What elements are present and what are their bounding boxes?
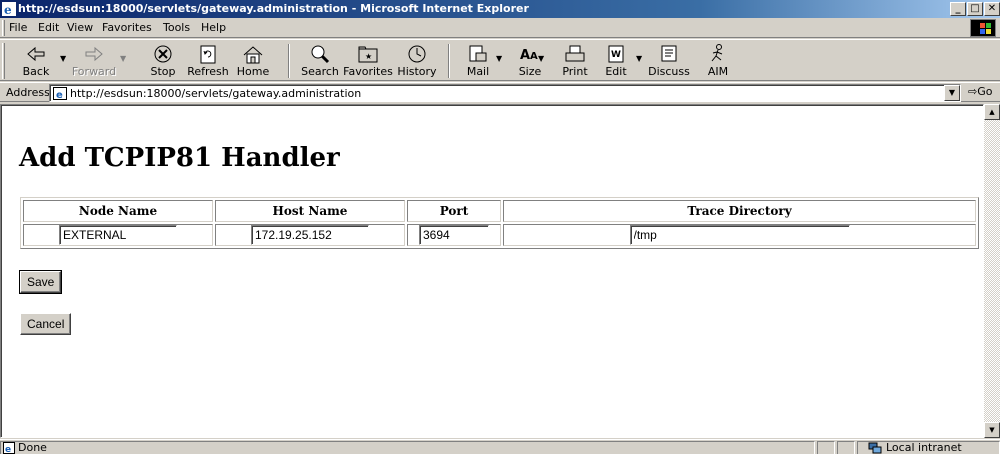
svg-text:W: W (611, 50, 621, 60)
svg-text:e: e (4, 3, 12, 16)
forward-button[interactable]: Forward (70, 42, 118, 80)
status-pane-empty (817, 441, 835, 454)
port-cell (407, 224, 501, 246)
mail-icon (469, 45, 487, 62)
status-text-pane: e Done (0, 441, 815, 454)
menu-help[interactable]: Help (201, 21, 226, 34)
favorites-folder-icon: ★ (358, 46, 378, 63)
menu-edit[interactable]: Edit (38, 21, 59, 34)
close-button[interactable]: ✕ (984, 2, 1000, 16)
trace-directory-cell (503, 224, 976, 246)
menu-bar: File Edit View Favorites Tools Help (0, 18, 1000, 38)
size-button[interactable]: AA Size (508, 42, 552, 80)
forward-dropdown-icon[interactable]: ▼ (120, 54, 126, 63)
column-header-host-name: Host Name (215, 200, 405, 222)
svg-text:e: e (56, 90, 63, 100)
page-title: Add TCPIP81 Handler (19, 143, 340, 173)
window-title-bar[interactable]: e http://esdsun:18000/servlets/gateway.a… (0, 0, 1000, 18)
column-header-node-name: Node Name (23, 200, 213, 222)
local-intranet-icon (868, 442, 882, 454)
trace-directory-input[interactable] (629, 225, 850, 245)
mail-button[interactable]: Mail (458, 42, 498, 80)
security-zone-pane: Local intranet (857, 441, 1000, 454)
address-label: Address (6, 86, 50, 99)
cancel-button[interactable]: Cancel (20, 313, 72, 335)
status-pane-empty (837, 441, 855, 454)
back-arrow-icon (27, 46, 45, 62)
address-input[interactable]: e http://esdsun:18000/servlets/gateway.a… (49, 84, 961, 102)
page-content: Add TCPIP81 Handler Node Name Host Name … (0, 104, 984, 438)
back-button[interactable]: Back (14, 42, 58, 80)
refresh-button[interactable]: Refresh (186, 42, 230, 80)
size-dropdown-icon[interactable]: ▼ (538, 54, 544, 63)
ie-logo-icon: e (2, 2, 16, 16)
mail-dropdown-icon[interactable]: ▼ (496, 54, 502, 63)
aim-button[interactable]: AIM (700, 42, 736, 80)
security-zone-label: Local intranet (886, 441, 962, 454)
go-button[interactable]: ⇨Go (968, 85, 992, 98)
svg-text:A: A (530, 51, 538, 62)
back-dropdown-icon[interactable]: ▼ (60, 54, 66, 63)
toolbar-separator (448, 44, 450, 78)
menu-favorites[interactable]: Favorites (102, 21, 152, 34)
discuss-icon (661, 45, 677, 62)
stop-button[interactable]: Stop (143, 42, 183, 80)
menu-tools[interactable]: Tools (163, 21, 190, 34)
menu-view[interactable]: View (67, 21, 93, 34)
toolbar-grip (2, 43, 5, 79)
history-icon (408, 45, 426, 63)
window-title: http://esdsun:18000/servlets/gateway.adm… (18, 2, 529, 15)
vertical-scrollbar[interactable]: ▲ ▼ (984, 104, 1000, 438)
ie-page-icon: e (53, 87, 67, 100)
ie-page-icon: e (3, 442, 15, 454)
address-bar: Address e http://esdsun:18000/servlets/g… (0, 82, 1000, 102)
svg-text:★: ★ (365, 52, 372, 61)
table-row (23, 224, 976, 246)
scroll-up-button[interactable]: ▲ (984, 104, 1000, 120)
column-header-port: Port (407, 200, 501, 222)
home-button[interactable]: Home (233, 42, 273, 80)
standard-toolbar: Back ▼ Forward ▼ Stop Refresh Home Searc… (0, 39, 1000, 81)
go-arrow-icon: ⇨ (968, 85, 978, 98)
node-name-cell (23, 224, 213, 246)
menu-file[interactable]: File (9, 21, 27, 34)
menu-grip (2, 20, 5, 36)
history-button[interactable]: History (395, 42, 439, 80)
save-button[interactable]: Save (18, 270, 63, 294)
status-text: Done (18, 441, 47, 454)
edit-dropdown-icon[interactable]: ▼ (636, 54, 642, 63)
stop-icon (154, 45, 172, 63)
search-icon (311, 45, 330, 64)
search-button[interactable]: Search (298, 42, 342, 80)
favorites-button[interactable]: ★ Favorites (342, 42, 394, 80)
scroll-down-button[interactable]: ▼ (984, 422, 1000, 438)
maximize-button[interactable]: □ (967, 2, 983, 16)
host-name-input[interactable] (251, 225, 369, 245)
home-icon (243, 46, 263, 64)
port-input[interactable] (419, 225, 489, 245)
status-bar: e Done Local intranet (0, 439, 1000, 454)
minimize-button[interactable]: _ (950, 2, 966, 16)
edit-button[interactable]: W Edit (598, 42, 634, 80)
host-name-cell (215, 224, 405, 246)
word-edit-icon: W (608, 45, 624, 63)
node-name-input[interactable] (59, 225, 177, 245)
aim-running-man-icon (711, 44, 723, 62)
address-url: http://esdsun:18000/servlets/gateway.adm… (70, 87, 362, 100)
printer-icon (565, 45, 585, 62)
column-header-trace-directory: Trace Directory (503, 200, 976, 222)
refresh-icon (200, 45, 216, 64)
forward-arrow-icon (85, 46, 103, 62)
address-dropdown-button[interactable]: ▼ (944, 85, 960, 101)
print-button[interactable]: Print (555, 42, 595, 80)
svg-text:e: e (5, 445, 11, 454)
toolbar-separator (288, 44, 290, 78)
table-header-row: Node Name Host Name Port Trace Directory (23, 200, 976, 222)
handler-table: Node Name Host Name Port Trace Directory (20, 197, 979, 249)
svg-text:A: A (520, 48, 530, 63)
windows-logo-icon (970, 19, 996, 37)
discuss-button[interactable]: Discuss (644, 42, 694, 80)
